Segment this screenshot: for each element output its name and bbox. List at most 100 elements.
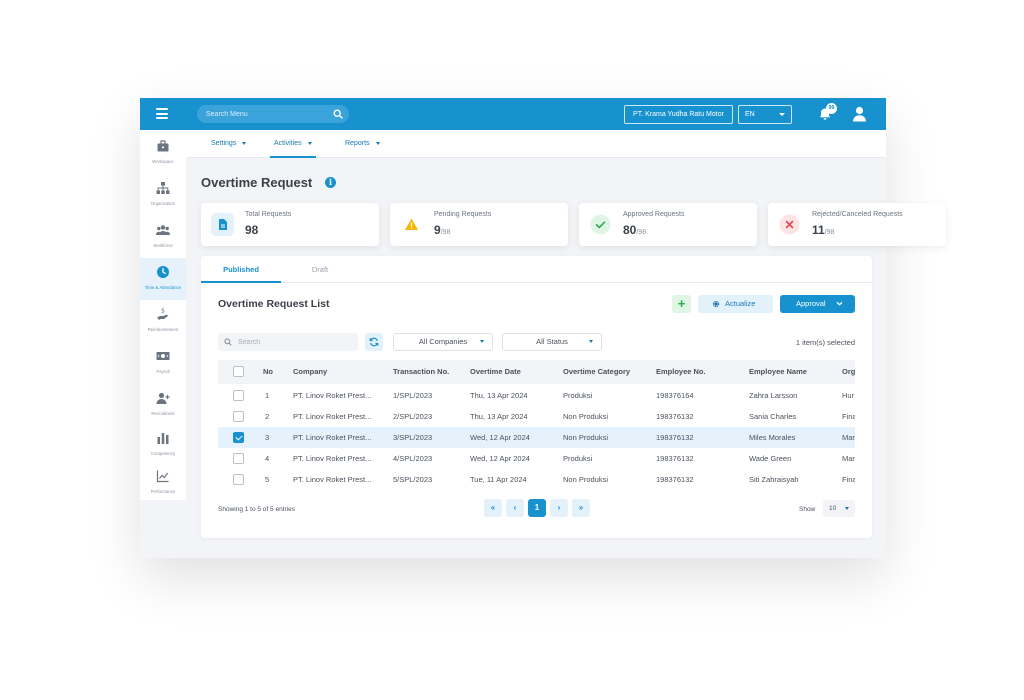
sidebar-item-recruitment[interactable]: Recruitment [140, 384, 186, 426]
user-avatar-icon[interactable] [852, 106, 867, 122]
column-header[interactable]: Overtime Date [470, 360, 521, 384]
module-nav: Settings Activities Reports [186, 130, 886, 158]
column-header[interactable]: Company [293, 360, 327, 384]
language-value: EN [745, 111, 755, 118]
cell-org: Hur [842, 391, 855, 400]
row-checkbox[interactable] [233, 390, 244, 401]
tab-activities[interactable]: Activities [270, 130, 316, 158]
prev-page-button[interactable]: ‹ [506, 499, 524, 517]
chevron-down-icon [375, 141, 380, 145]
table-search[interactable] [218, 333, 358, 351]
table-row[interactable]: 5 PT. Linov Roket Prest... 5/SPL/2023 Tu… [218, 469, 855, 490]
app-window: PT. Krama Yudha Ratu Motor EN 99 Workspa… [140, 98, 946, 558]
stat-label: Pending Requests [434, 211, 492, 218]
cell-employee-no: 198376164 [656, 391, 694, 400]
table-row[interactable]: 1 PT. Linov Roket Prest... 1/SPL/2023 Th… [218, 385, 855, 406]
cell-org: Mar [842, 433, 855, 442]
page-size-select[interactable]: 10 [823, 500, 855, 517]
cell-date: Thu, 13 Apr 2024 [470, 391, 528, 400]
cell-category: Produksi [563, 454, 593, 463]
cell-employee-name: Wade Green [749, 454, 792, 463]
sidebar-item-label: Workspace [152, 159, 174, 164]
chevron-down-icon [845, 507, 849, 510]
tab-published[interactable]: Published [201, 256, 281, 283]
sidebar-item-organization[interactable]: Organization [140, 174, 186, 216]
page-size-value: 10 [829, 505, 837, 512]
refresh-button[interactable] [365, 333, 383, 351]
language-selector[interactable]: EN [738, 105, 792, 124]
cell-no: 4 [265, 454, 270, 463]
chevron-down-icon [307, 141, 312, 145]
cell-date: Wed, 12 Apr 2024 [470, 433, 530, 442]
sidebar-item-performance[interactable]: Performance [140, 462, 186, 504]
table-row[interactable]: 2 PT. Linov Roket Prest... 2/SPL/2023 Th… [218, 406, 855, 427]
menu-search-input[interactable] [206, 105, 326, 123]
add-button[interactable]: + [672, 295, 691, 313]
table-search-input[interactable] [238, 333, 353, 351]
sidebar-item-competency[interactable]: Competency [140, 424, 186, 466]
cell-employee-name: Siti Zahraisyah [749, 475, 799, 484]
menu-search[interactable] [197, 105, 349, 123]
actualize-button[interactable]: Actualize [698, 295, 773, 313]
next-page-button[interactable]: › [550, 499, 568, 517]
gear-icon [712, 300, 720, 308]
company-filter[interactable]: All Companies [393, 333, 493, 351]
hamburger-menu-icon[interactable] [156, 108, 168, 119]
selected-count: 1 item(s) selected [795, 338, 855, 347]
tab-reports[interactable]: Reports [345, 130, 380, 158]
stat-label: Rejected/Canceled Requests [812, 211, 903, 218]
approval-dropdown-button[interactable]: Approval [780, 295, 855, 313]
sidebar-item-workspace[interactable]: Workspace [140, 132, 186, 174]
cell-org: Mar [842, 454, 855, 463]
chevron-down-icon [480, 340, 484, 343]
tab-settings[interactable]: Settings [211, 130, 247, 158]
column-header[interactable]: Overtime Category [563, 360, 630, 384]
first-page-button[interactable]: « [484, 499, 502, 517]
chevron-down-icon [779, 113, 785, 116]
tab-draft[interactable]: Draft [281, 256, 359, 283]
column-header[interactable]: No [263, 360, 273, 384]
cell-employee-name: Sania Charles [749, 412, 797, 421]
stat-card-pending: Pending Requests 9/98 [390, 203, 568, 246]
sidebar-item-reimbursement[interactable]: $ Reimbursement [140, 300, 186, 342]
overtime-table: No Company Transaction No. Overtime Date… [218, 360, 855, 492]
cell-no: 3 [265, 433, 270, 442]
sidebar-item-time-attendance[interactable]: Time & Attendance [140, 258, 186, 300]
company-selector[interactable]: PT. Krama Yudha Ratu Motor [624, 105, 733, 124]
row-checkbox[interactable] [233, 411, 244, 422]
search-icon[interactable] [333, 109, 343, 119]
banknote-icon [156, 352, 170, 360]
cell-transaction: 3/SPL/2023 [393, 433, 433, 442]
column-header[interactable]: Transaction No. [393, 360, 449, 384]
refresh-icon [369, 337, 379, 347]
row-checkbox-checked[interactable] [233, 432, 244, 443]
sidebar: Workspace Organization Workforce Time & … [140, 130, 186, 500]
last-page-button[interactable]: » [572, 499, 590, 517]
stat-value: 80/98 [623, 223, 646, 237]
top-bar: PT. Krama Yudha Ratu Motor EN 99 [140, 98, 886, 130]
row-checkbox[interactable] [233, 453, 244, 464]
cell-employee-no: 198376132 [656, 454, 694, 463]
sidebar-item-workforce[interactable]: Workforce [140, 216, 186, 258]
warning-icon [400, 213, 423, 236]
status-filter[interactable]: All Status [502, 333, 602, 351]
cell-company: PT. Linov Roket Prest... [293, 475, 372, 484]
check-circle-icon [589, 213, 612, 236]
cell-no: 5 [265, 475, 270, 484]
row-checkbox[interactable] [233, 474, 244, 485]
table-row-selected[interactable]: 3 PT. Linov Roket Prest... 3/SPL/2023 We… [218, 427, 855, 448]
column-header[interactable]: Employee No. [656, 360, 706, 384]
cell-company: PT. Linov Roket Prest... [293, 454, 372, 463]
column-header[interactable]: Employee Name [749, 360, 807, 384]
stat-value: 11/98 [812, 223, 834, 237]
stat-card-approved: Approved Requests 80/98 [579, 203, 757, 246]
page-1-button[interactable]: 1 [528, 499, 546, 517]
briefcase-icon [157, 140, 169, 152]
select-all-checkbox[interactable] [233, 366, 244, 377]
sidebar-item-payroll[interactable]: Payroll [140, 342, 186, 384]
info-icon[interactable]: i [325, 177, 336, 188]
stat-card-rejected: Rejected/Canceled Requests 11/98 [768, 203, 946, 246]
column-header[interactable]: Org [842, 360, 855, 384]
table-row[interactable]: 4 PT. Linov Roket Prest... 4/SPL/2023 We… [218, 448, 855, 469]
chevron-down-icon [242, 141, 247, 145]
